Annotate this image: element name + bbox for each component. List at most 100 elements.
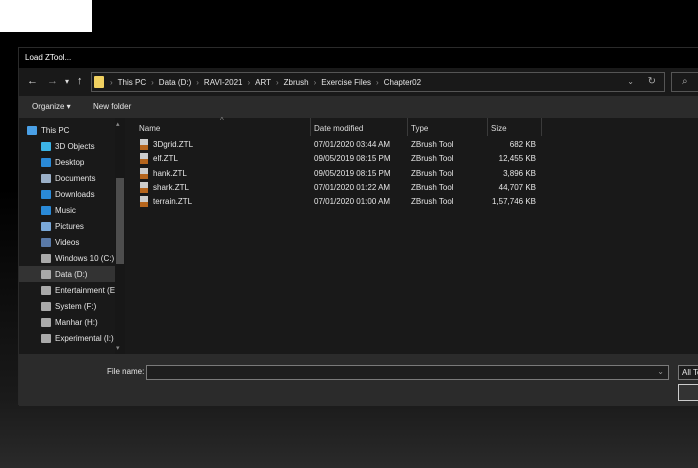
table-row[interactable]: 3Dgrid.ZTL 07/01/2020 03:44 AM ZBrush To… — [125, 138, 555, 152]
drive-icon — [41, 269, 51, 279]
forward-icon[interactable]: → — [47, 75, 58, 87]
sidebar-item[interactable]: Windows 10 (C:) — [41, 250, 125, 266]
sidebar-item[interactable]: Videos — [41, 234, 125, 250]
drive-icon — [41, 301, 51, 311]
file-type: ZBrush Tool — [411, 168, 454, 178]
column-date[interactable]: Date modified — [314, 124, 363, 133]
sidebar-item-label: 3D Objects — [55, 141, 95, 151]
chevron-right-icon: › — [110, 77, 113, 87]
sidebar-item[interactable]: System (F:) — [41, 298, 125, 314]
file-name: hank.ZTL — [153, 168, 187, 178]
breadcrumb-item[interactable]: Data (D:) — [159, 78, 191, 87]
file-list: Name ^ Date modified Type Size 3Dgrid.ZT… — [125, 116, 698, 354]
open-button[interactable] — [678, 384, 698, 401]
sidebar-item-label: Videos — [55, 237, 80, 247]
chevron-right-icon[interactable]: › — [196, 78, 199, 87]
file-size: 44,707 KB — [498, 182, 536, 192]
sidebar-item[interactable]: 3D Objects — [41, 138, 125, 154]
chevron-right-icon[interactable]: › — [376, 78, 379, 87]
file-name-input[interactable]: ⌄ — [146, 365, 669, 380]
file-date: 09/05/2019 08:15 PM — [314, 154, 391, 164]
folder-icon — [27, 125, 37, 135]
breadcrumb-item[interactable]: RAVI-2021 — [204, 78, 243, 87]
chevron-right-icon[interactable]: › — [247, 78, 250, 87]
chevron-down-icon[interactable]: ⌄ — [627, 77, 634, 86]
file-date: 07/01/2020 01:00 AM — [314, 197, 391, 207]
sidebar-item[interactable]: Downloads — [41, 186, 125, 202]
file-size: 682 KB — [509, 140, 536, 149]
sidebar-item[interactable]: Desktop — [41, 154, 125, 170]
refresh-icon[interactable]: ↻ — [648, 76, 656, 87]
ztool-file-icon — [140, 181, 148, 193]
table-row[interactable]: elf.ZTL 09/05/2019 08:15 PM ZBrush Tool … — [125, 152, 555, 166]
drive-icon — [41, 285, 51, 295]
file-type: ZBrush Tool — [411, 197, 454, 207]
white-rectangle — [0, 0, 92, 32]
sidebar-item-label: Documents — [55, 173, 96, 183]
folder-icon — [41, 221, 51, 231]
folder-icon — [41, 205, 51, 215]
sidebar-item[interactable]: Experimental (I:) — [41, 330, 125, 346]
breadcrumb-item[interactable]: Exercise Files — [321, 78, 371, 87]
table-row[interactable]: terrain.ZTL 07/01/2020 01:00 AM ZBrush T… — [125, 195, 555, 209]
file-size: 1,57,746 KB — [491, 197, 536, 207]
column-name[interactable]: Name — [139, 124, 160, 133]
file-date: 07/01/2020 01:22 AM — [314, 182, 391, 192]
file-type: ZBrush Tool — [411, 154, 454, 164]
navigation-pane: This PC 3D Objects Desktop Documents Downloa… — [19, 118, 125, 354]
drive-icon — [41, 317, 51, 327]
chevron-down-icon[interactable]: ⌄ — [657, 367, 664, 376]
up-icon[interactable]: ↑ — [77, 75, 83, 87]
sidebar-item-label: Manhar (H:) — [55, 317, 98, 327]
chevron-right-icon[interactable]: › — [276, 78, 279, 87]
sidebar-item-label: Entertainment (E:) — [55, 285, 120, 295]
sidebar-item-label: Desktop — [55, 157, 85, 167]
breadcrumb-item[interactable]: Zbrush — [284, 78, 309, 87]
chevron-right-icon[interactable]: › — [151, 78, 154, 87]
sidebar-item-label: System (F:) — [55, 301, 97, 311]
scroll-down-icon[interactable]: ▾ — [116, 344, 120, 352]
back-icon[interactable]: ← — [27, 75, 38, 87]
toolbar: Organize ▾ New folder — [19, 96, 698, 118]
address-bar[interactable]: › This PC › Data (D:) › RAVI-2021 › ART › Zbrush… — [91, 72, 665, 92]
column-size[interactable]: Size — [491, 124, 507, 133]
sidebar-item[interactable]: Entertainment (E:) — [41, 282, 125, 298]
scroll-up-icon[interactable]: ▴ — [116, 120, 120, 128]
folder-icon — [41, 173, 51, 183]
file-type-select[interactable]: All Tools — [678, 365, 698, 380]
table-row[interactable]: hank.ZTL 09/05/2019 08:15 PM ZBrush Tool… — [125, 167, 555, 181]
folder-icon — [41, 141, 51, 151]
ztool-file-icon — [140, 196, 148, 208]
sidebar-item-label: Data (D:) — [55, 269, 88, 279]
sidebar-item[interactable]: Documents — [41, 170, 125, 186]
folder-icon — [41, 157, 51, 167]
organize-button[interactable]: Organize ▾ — [32, 102, 71, 111]
sidebar-item[interactable]: Data (D:) — [19, 266, 115, 282]
column-type[interactable]: Type — [411, 124, 428, 133]
chevron-right-icon[interactable]: › — [314, 78, 317, 87]
file-size: 3,896 KB — [503, 168, 536, 178]
sort-ascending-icon: ^ — [220, 116, 224, 125]
search-icon: ⌕ — [682, 76, 688, 87]
folder-icon — [41, 189, 51, 199]
search-box[interactable]: ⌕ — [671, 72, 698, 92]
sidebar-item[interactable]: This PC — [27, 122, 117, 138]
title-bar: Load ZTool... — [19, 48, 698, 68]
breadcrumb-item[interactable]: This PC — [118, 78, 146, 87]
sidebar-item[interactable]: Manhar (H:) — [41, 314, 125, 330]
breadcrumb-item[interactable]: Chapter02 — [384, 78, 421, 87]
scroll-thumb[interactable] — [116, 178, 124, 264]
file-name: 3Dgrid.ZTL — [153, 140, 194, 149]
address-row: ← → ▾ ↑ › This PC › Data (D:) › RAVI-2021 › AR… — [19, 68, 698, 96]
recent-chevron-icon[interactable]: ▾ — [65, 77, 69, 86]
file-name-label: File name: — [107, 367, 145, 376]
sidebar-item[interactable]: Music — [41, 202, 125, 218]
file-date: 09/05/2019 08:15 PM — [314, 168, 391, 178]
file-size: 12,455 KB — [498, 154, 536, 164]
new-folder-button[interactable]: New folder — [93, 102, 131, 111]
breadcrumb-item[interactable]: ART — [255, 78, 271, 87]
file-type: ZBrush Tool — [411, 140, 454, 149]
sidebar-item[interactable]: Pictures — [41, 218, 125, 234]
nav-scrollbar[interactable]: ▴ ▾ — [115, 118, 125, 354]
table-row[interactable]: shark.ZTL 07/01/2020 01:22 AM ZBrush Too… — [125, 181, 555, 195]
